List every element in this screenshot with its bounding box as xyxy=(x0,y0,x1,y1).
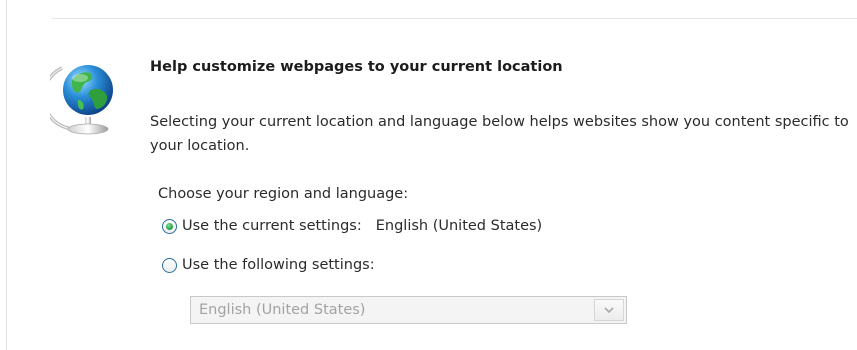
following-settings-radio[interactable] xyxy=(162,257,177,273)
following-settings-label: Use the following settings: xyxy=(182,257,375,273)
use-current-settings-option[interactable]: Use the current settings: English (Unite… xyxy=(162,218,542,234)
left-border xyxy=(6,0,7,350)
use-following-settings-option[interactable]: Use the following settings: xyxy=(162,257,375,273)
globe-icon xyxy=(50,65,113,135)
chevron-down-icon xyxy=(604,307,614,313)
page-title: Help customize webpages to your current … xyxy=(150,59,563,75)
dropdown-arrow-button[interactable] xyxy=(594,299,624,321)
dropdown-selected-value: English (United States) xyxy=(199,302,366,318)
region-language-label: Choose your region and language: xyxy=(158,186,409,202)
current-settings-label: Use the current settings: xyxy=(182,218,362,234)
top-divider xyxy=(52,18,857,19)
current-settings-radio[interactable] xyxy=(162,218,177,234)
description-text: Selecting your current location and lang… xyxy=(150,114,849,154)
current-settings-value: English (United States) xyxy=(375,218,543,234)
region-language-dropdown[interactable]: English (United States) xyxy=(190,296,627,324)
